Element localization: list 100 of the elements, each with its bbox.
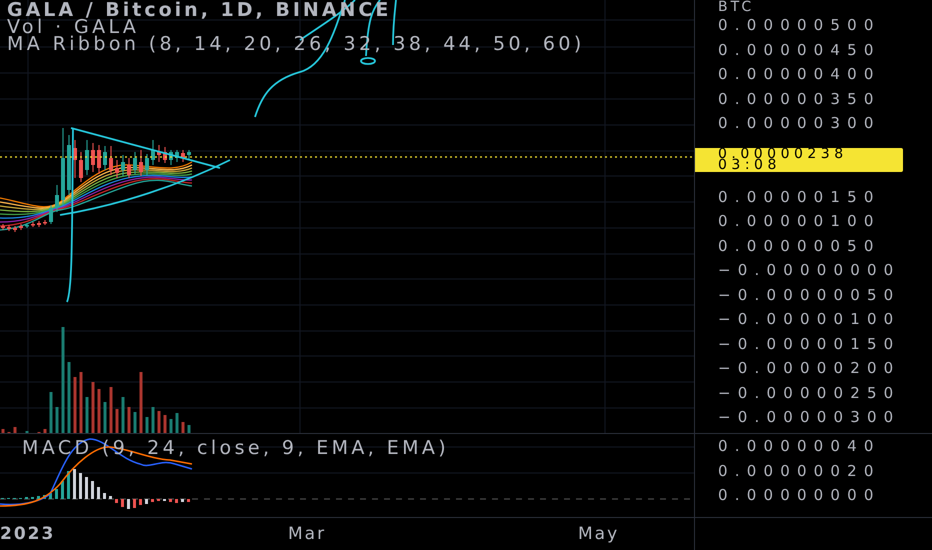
histogram-bar — [175, 499, 178, 503]
volume-bar — [14, 427, 16, 433]
price-label: −0.00000250 — [718, 382, 902, 404]
candle — [145, 154, 149, 176]
candle — [13, 226, 17, 232]
volume-bar — [146, 417, 148, 433]
volume-bar — [86, 397, 88, 433]
volume-bar — [2, 429, 4, 433]
volume-bar — [50, 392, 52, 433]
price-label: 0.00000000 — [718, 485, 882, 506]
candle — [19, 224, 23, 230]
indicator-label: Vol · GALA — [7, 19, 140, 36]
histogram-bar — [181, 499, 184, 502]
candle — [55, 184, 59, 212]
candle — [1, 224, 5, 230]
volume-bar — [140, 372, 142, 433]
volume-bar — [56, 407, 58, 433]
candle — [157, 144, 161, 162]
candle — [121, 154, 125, 176]
price-label: −0.00000100 — [718, 309, 902, 330]
candle — [79, 152, 83, 182]
price-label: 0.00000350 — [718, 88, 882, 110]
candle — [31, 222, 35, 228]
histogram-bar — [79, 473, 82, 499]
histogram-bar — [115, 499, 118, 503]
volume-bar — [182, 422, 184, 433]
candle — [127, 158, 131, 178]
volume-bar — [104, 402, 106, 433]
candle — [73, 140, 77, 178]
volume-bar — [164, 415, 166, 433]
volume-bar — [110, 387, 112, 433]
candle — [133, 152, 137, 174]
volume-bar — [170, 419, 172, 433]
price-label: 0.00000500 — [718, 15, 882, 36]
histogram-bar — [37, 496, 40, 499]
candle — [187, 150, 191, 160]
price-label: 0.00000050 — [718, 236, 882, 256]
histogram-bar — [145, 499, 148, 504]
histogram-bar — [133, 499, 136, 508]
date-label: May — [578, 524, 620, 544]
volume-bar — [80, 372, 82, 433]
volume-bar — [44, 429, 46, 433]
volume-bar — [134, 412, 136, 433]
candle — [25, 222, 29, 228]
candle — [175, 150, 179, 162]
price-label: 0.00000150 — [718, 186, 882, 208]
volume-bar — [152, 407, 154, 433]
price-label: −0.00000200 — [718, 358, 902, 379]
candle — [85, 140, 89, 176]
histogram-bar — [139, 499, 142, 505]
candle — [67, 134, 71, 196]
histogram-bar — [43, 495, 46, 499]
price-label: 0.00000400 — [718, 64, 882, 85]
histogram-bar — [121, 499, 124, 507]
price-label: 0.00000040 — [718, 436, 882, 457]
histogram-bar — [55, 489, 58, 499]
candle — [169, 150, 173, 166]
histogram-bar — [169, 499, 172, 502]
price-label: 0.00000100 — [718, 211, 882, 232]
date-label: 2023 — [0, 524, 56, 544]
histogram-bar — [97, 487, 100, 499]
candle — [97, 144, 101, 174]
volume-bar — [188, 425, 190, 433]
price-label: 0.00000450 — [718, 40, 882, 60]
price-label: −0.00000300 — [718, 407, 902, 428]
histogram-bar — [49, 493, 52, 499]
volume-bar — [116, 409, 118, 433]
histogram-bar — [73, 469, 76, 499]
volume-bar — [176, 413, 178, 433]
volume-bar — [158, 411, 160, 433]
anchor-point — [360, 57, 376, 65]
price-label: −0.00000150 — [718, 334, 902, 354]
candle — [181, 150, 185, 162]
histogram-bar — [151, 499, 154, 502]
candle — [49, 204, 53, 224]
date-label: Mar — [288, 524, 328, 544]
currency-label: BTC — [718, 0, 754, 15]
histogram-bar — [103, 493, 106, 499]
volume-bar — [74, 377, 76, 433]
histogram-bar — [67, 471, 70, 499]
candle — [91, 142, 95, 172]
candle — [103, 146, 107, 170]
candle — [151, 140, 155, 166]
histogram-bar — [109, 496, 112, 499]
histogram-bar — [127, 499, 130, 509]
volume-bar — [122, 397, 124, 433]
candle — [37, 220, 41, 228]
price-label: −0.00000050 — [718, 284, 902, 306]
price-text: 0.00000238 — [718, 148, 849, 160]
histogram-bar — [85, 477, 88, 499]
histogram-bar — [91, 481, 94, 499]
price-label: 0.00000020 — [718, 460, 882, 482]
candle — [139, 150, 143, 176]
candle — [115, 160, 119, 178]
countdown-text: 03:08 — [718, 160, 781, 170]
price-label: −0.00000000 — [718, 260, 902, 281]
volume-bar — [128, 407, 130, 433]
volume-bar — [92, 382, 94, 433]
volume-bar — [98, 389, 100, 433]
histogram-bar — [187, 499, 190, 502]
